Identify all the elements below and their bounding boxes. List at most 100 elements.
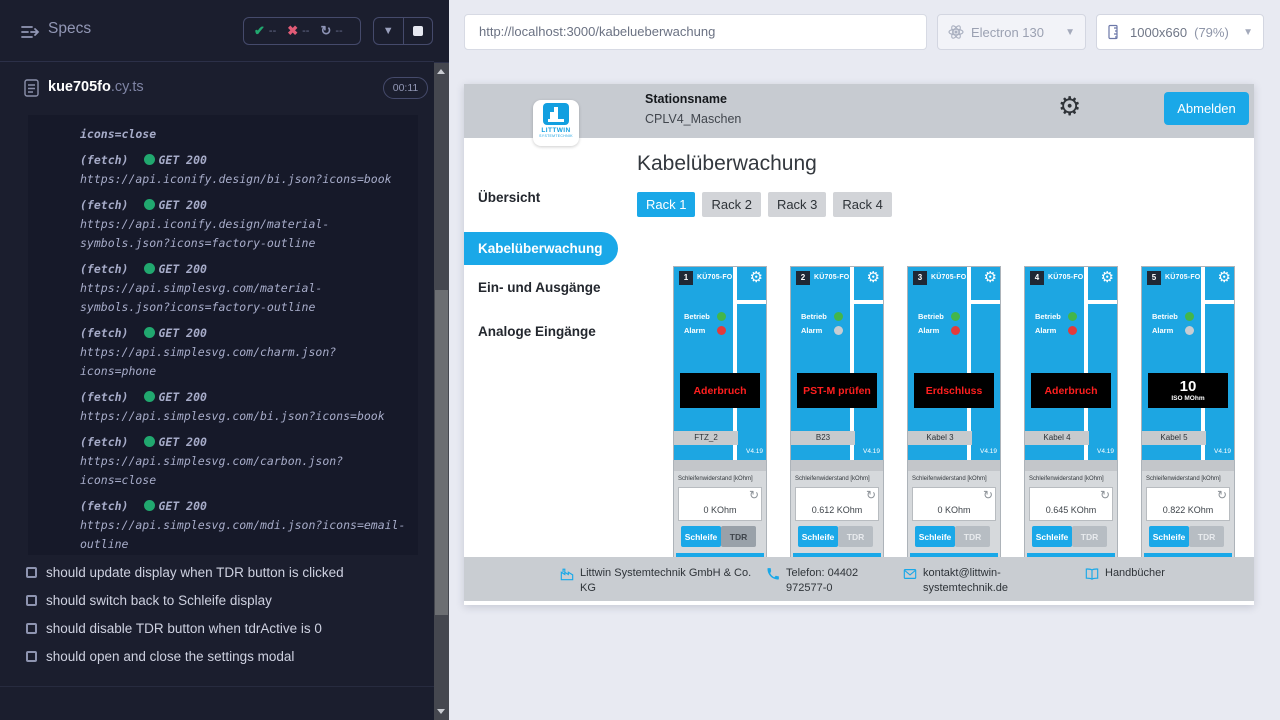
app-footer: Littwin Systemtechnik GmbH & Co. KG Tele… <box>464 557 1254 601</box>
measure-label: Schleifenwiderstand [kOhm] <box>1029 476 1104 482</box>
log-fetch-entry[interactable]: (fetch)GET 200https://api.iconify.design… <box>80 196 406 253</box>
logout-button[interactable]: Abmelden <box>1164 92 1249 125</box>
scrollbar-thumb[interactable] <box>435 290 448 615</box>
chevron-down-icon: ▼ <box>1243 27 1253 38</box>
card-model-label: KÜ705-FO <box>814 274 849 281</box>
sidebar-item-3[interactable]: Analoge Eingänge <box>478 324 596 339</box>
pending-count: -- <box>335 25 342 37</box>
refresh-icon[interactable]: ↻ <box>749 488 759 502</box>
log-fetch-entry[interactable]: (fetch)GET 200https://api.simplesvg.com/… <box>80 497 406 554</box>
tdr-button[interactable]: TDR <box>1189 526 1224 547</box>
card-separator <box>791 460 883 471</box>
pending-icon: ↻ <box>320 23 331 39</box>
test-item[interactable]: should open and close the settings modal <box>0 644 434 672</box>
device-card-3: 3 KÜ705-FO ⚙ Betrieb Alarm Erdschluss Ka… <box>907 266 1001 566</box>
rack-tab-1[interactable]: Rack 1 <box>637 192 695 217</box>
specs-label[interactable]: Specs <box>48 20 91 38</box>
rack-tab-2[interactable]: Rack 2 <box>702 192 760 217</box>
card-settings-gear-icon[interactable]: ⚙ <box>750 268 763 286</box>
refresh-icon[interactable]: ↻ <box>866 488 876 502</box>
alarm-indicator: Alarm <box>918 325 960 335</box>
display-unit: ISO MOhm <box>1171 395 1204 402</box>
card-display: Aderbruch <box>680 373 760 408</box>
footer-manuals[interactable]: Handbücher <box>1085 566 1215 581</box>
log-fetch-entry[interactable]: (fetch)GET 200https://api.simplesvg.com/… <box>80 388 406 426</box>
card-settings-gear-icon[interactable]: ⚙ <box>1101 268 1114 286</box>
tdr-button[interactable]: TDR <box>1072 526 1107 547</box>
success-dot-icon <box>144 500 155 511</box>
browser-name: Electron 130 <box>971 25 1044 40</box>
display-alarm-text: Aderbruch <box>1044 385 1097 397</box>
specs-menu-icon[interactable] <box>20 22 40 42</box>
spec-extension: .cy.ts <box>111 79 144 95</box>
tdr-button[interactable]: TDR <box>838 526 873 547</box>
schleife-button[interactable]: Schleife <box>1149 526 1189 547</box>
card-divider <box>1088 300 1117 304</box>
tdr-button[interactable]: TDR <box>955 526 990 547</box>
refresh-icon[interactable]: ↻ <box>1100 488 1110 502</box>
schleife-button[interactable]: Schleife <box>915 526 955 547</box>
browser-selector[interactable]: Electron 130 ▼ <box>937 14 1086 50</box>
spec-row[interactable]: kue705fo.cy.ts 00:11 <box>0 76 434 118</box>
display-alarm-text: PST-M prüfen <box>803 385 871 397</box>
chevron-down-icon: ▼ <box>1065 27 1075 38</box>
measure-value-box: ↻ 0 KOhm <box>678 487 762 521</box>
card-settings-gear-icon[interactable]: ⚙ <box>1218 268 1231 286</box>
betrieb-lamp-icon <box>1185 312 1194 321</box>
log-fetch-entry[interactable]: (fetch)GET 200https://api.simplesvg.com/… <box>80 260 406 317</box>
app-viewport: Stationsname CPLV4_Maschen ⚙ Abmelden LI… <box>464 84 1254 605</box>
log-fetch-entry[interactable]: (fetch)GET 200https://api.simplesvg.com/… <box>80 433 406 490</box>
footer-email: kontakt@littwin-systemtechnik.de <box>903 566 1043 596</box>
vertical-scrollbar[interactable] <box>434 63 449 720</box>
log-line[interactable]: icons=close <box>80 125 406 144</box>
sidebar-item-1[interactable]: Kabelüberwachung <box>464 232 618 265</box>
measure-value-box: ↻ 0.822 KOhm <box>1146 487 1230 521</box>
alarm-lamp-icon <box>834 326 843 335</box>
card-divider <box>971 300 1000 304</box>
log-fetch-entry[interactable]: (fetch)GET 200https://api.iconify.design… <box>80 151 406 189</box>
firmware-version: V4.19 <box>863 448 880 455</box>
firmware-version: V4.19 <box>746 448 763 455</box>
test-item[interactable]: should disable TDR button when tdrActive… <box>0 616 434 644</box>
schleife-button[interactable]: Schleife <box>681 526 721 547</box>
device-card-1: 1 KÜ705-FO ⚙ Betrieb Alarm Aderbruch FTZ… <box>673 266 767 566</box>
collapse-chevron-icon[interactable]: ▼ <box>374 18 403 44</box>
stop-button[interactable] <box>403 18 433 44</box>
scroll-down-arrow-icon[interactable] <box>437 709 445 714</box>
failed-icon: ✖ <box>287 23 298 39</box>
scrollbar-cap <box>434 0 449 63</box>
card-divider <box>1205 300 1234 304</box>
test-item[interactable]: should switch back to Schleife display <box>0 588 434 616</box>
measure-label: Schleifenwiderstand [kOhm] <box>1146 476 1221 482</box>
alarm-lamp-icon <box>1185 326 1194 335</box>
schleife-button[interactable]: Schleife <box>1032 526 1072 547</box>
device-cards: 1 KÜ705-FO ⚙ Betrieb Alarm Aderbruch FTZ… <box>673 266 1235 566</box>
url-bar[interactable]: http://localhost:3000/kabelueberwachung <box>464 14 927 50</box>
viewport-selector[interactable]: 1000x660 (79%) ▼ <box>1096 14 1264 50</box>
alarm-indicator: Alarm <box>801 325 843 335</box>
alarm-indicator: Alarm <box>1035 325 1077 335</box>
spec-name[interactable]: kue705fo.cy.ts <box>48 79 144 95</box>
rack-tab-4[interactable]: Rack 4 <box>833 192 891 217</box>
command-log[interactable]: icons=close (fetch)GET 200https://api.ico… <box>28 115 418 555</box>
tdr-button[interactable]: TDR <box>721 526 756 547</box>
card-settings-gear-icon[interactable]: ⚙ <box>867 268 880 286</box>
sidebar-item-0[interactable]: Übersicht <box>478 190 540 205</box>
settings-gear-icon[interactable]: ⚙ <box>1058 93 1081 119</box>
sidebar-item-2[interactable]: Ein- und Ausgänge <box>478 280 601 295</box>
scroll-up-arrow-icon[interactable] <box>437 69 445 74</box>
refresh-icon[interactable]: ↻ <box>983 488 993 502</box>
rack-tab-3[interactable]: Rack 3 <box>768 192 826 217</box>
card-settings-gear-icon[interactable]: ⚙ <box>984 268 997 286</box>
card-display: PST-M prüfen <box>797 373 877 408</box>
failed-count: -- <box>302 25 309 37</box>
test-item[interactable]: should update display when TDR button is… <box>0 560 434 588</box>
alarm-lamp-icon <box>717 326 726 335</box>
schleife-button[interactable]: Schleife <box>798 526 838 547</box>
log-fetch-entry[interactable]: (fetch)GET 200https://api.simplesvg.com/… <box>80 324 406 381</box>
card-divider <box>737 300 766 304</box>
device-card-2: 2 KÜ705-FO ⚙ Betrieb Alarm PST-M prüfen … <box>790 266 884 566</box>
measurement-panel: Schleifenwiderstand [kOhm] ↻ 0 KOhm Schl… <box>674 471 766 567</box>
viewport-zoom: (79%) <box>1194 25 1229 40</box>
refresh-icon[interactable]: ↻ <box>1217 488 1227 502</box>
